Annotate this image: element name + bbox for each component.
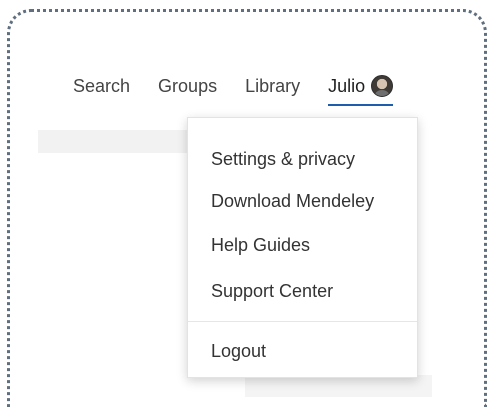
menu-item-settings-privacy[interactable]: Settings & privacy bbox=[211, 147, 355, 171]
nav-library[interactable]: Library bbox=[245, 72, 300, 100]
menu-item-logout[interactable]: Logout bbox=[211, 339, 266, 363]
user-name: Julio bbox=[328, 76, 366, 96]
active-underline bbox=[328, 104, 394, 106]
user-menu-toggle[interactable]: Julio bbox=[328, 72, 394, 106]
user-dropdown-menu: Settings & privacy Download Mendeley Hel… bbox=[187, 117, 418, 378]
nav-groups[interactable]: Groups bbox=[158, 72, 217, 100]
avatar bbox=[371, 75, 394, 97]
menu-divider bbox=[188, 321, 417, 322]
menu-item-help-guides[interactable]: Help Guides bbox=[211, 233, 310, 257]
top-navigation: Search Groups Library Julio bbox=[73, 72, 394, 106]
nav-search[interactable]: Search bbox=[73, 72, 130, 100]
menu-item-support-center[interactable]: Support Center bbox=[211, 279, 333, 303]
background-panel bbox=[245, 375, 432, 397]
menu-item-download-mendeley[interactable]: Download Mendeley bbox=[211, 189, 374, 213]
